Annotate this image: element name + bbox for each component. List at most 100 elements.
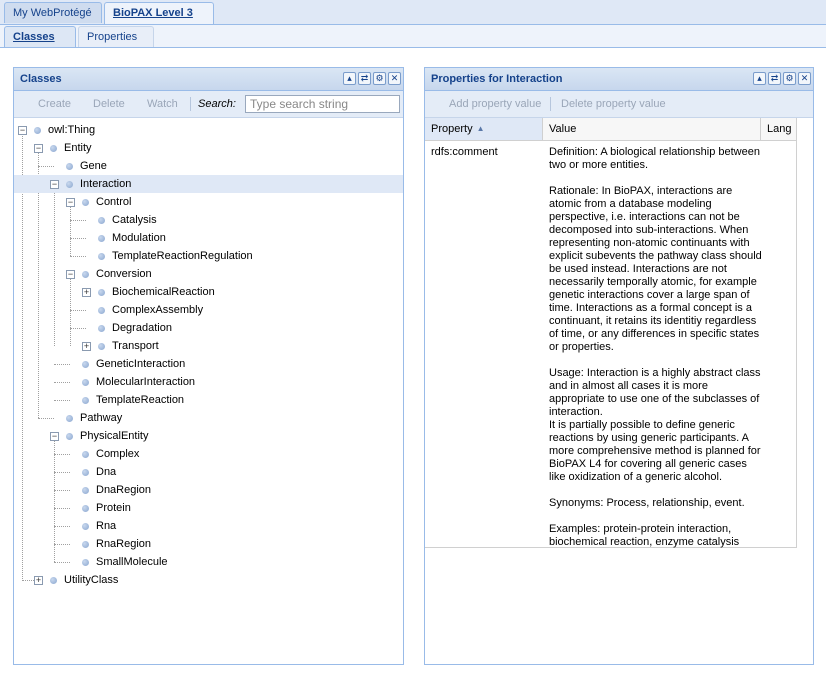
tree-node-label: TemplateReactionRegulation [112,250,253,262]
tree-node-dna-region[interactable]: DnaRegion [14,481,403,499]
refresh-icon[interactable]: ⇄ [358,72,371,85]
watch-button[interactable]: Watch [147,91,178,117]
create-button[interactable]: Create [38,91,71,117]
tree-node-transport[interactable]: + Transport [14,337,403,355]
class-node-icon [66,433,73,440]
refresh-icon[interactable]: ⇄ [768,72,781,85]
column-label: Value [549,123,577,135]
tree-node-entity[interactable]: − Entity [14,139,403,157]
tab-label: BioPAX Level 3 [113,7,193,19]
tree-node-label: SmallMolecule [96,556,168,568]
column-header-property[interactable]: Property ▲ [425,118,543,140]
tab-my-webprotege[interactable]: My WebProtégé [4,2,102,23]
tree-node-complex[interactable]: Complex [14,445,403,463]
tree-node-gene[interactable]: Gene [14,157,403,175]
tree-node-catalysis[interactable]: Catalysis [14,211,403,229]
tree-node-pathway[interactable]: Pathway [14,409,403,427]
collapse-icon[interactable]: − [50,180,59,189]
column-label: Property [431,123,473,135]
tree-node-label: RnaRegion [96,538,152,550]
search-input[interactable] [245,95,400,113]
tab-classes[interactable]: Classes× [4,26,76,64]
tree-node-dna[interactable]: Dna [14,463,403,481]
tree-node-utility-class[interactable]: + UtilityClass [14,571,403,589]
expand-icon[interactable]: + [82,288,91,297]
class-node-icon [82,487,89,494]
class-node-icon [98,235,105,242]
tree-node-label: MolecularInteraction [96,376,196,388]
class-node-icon [82,523,89,530]
tree-node-small-molecule[interactable]: SmallMolecule [14,553,403,571]
property-cell: rdfs:comment [431,146,498,158]
tree-node-genetic-interaction[interactable]: GeneticInteraction [14,355,403,373]
class-node-icon [66,163,73,170]
view-tab-bar: Classes× Properties× [0,25,826,64]
delete-button[interactable]: Delete [93,91,125,117]
tree-node-template-reaction[interactable]: TemplateReaction [14,391,403,409]
tree-node-conversion[interactable]: − Conversion [14,265,403,283]
workspace-tab-bar: My WebProtégé BioPAX Level 3× [0,0,826,40]
expand-icon[interactable]: + [34,576,43,585]
collapse-icon[interactable]: − [50,432,59,441]
tab-properties[interactable]: Properties× [78,26,154,64]
class-node-icon [82,379,89,386]
tab-label: Properties [87,31,138,43]
collapse-icon[interactable]: ▴ [343,72,356,85]
tab-biopax-level-3[interactable]: BioPAX Level 3× [104,2,214,40]
class-node-icon [82,541,89,548]
tree-node-label: Interaction [80,178,132,190]
close-icon[interactable]: ✕ [388,72,401,85]
tree-node-label: Dna [96,466,117,478]
tree-node-biochemical-reaction[interactable]: + BiochemicalReaction [14,283,403,301]
table-row[interactable]: rdfs:comment Definition: A biological re… [425,140,797,548]
classes-toolbar: Create Delete Watch Search: [14,91,403,118]
panel-title: Classes [20,73,62,85]
tree-node-label: Catalysis [112,214,157,226]
tree-node-rna[interactable]: Rna [14,517,403,535]
column-header-lang[interactable]: Lang [761,118,797,140]
tree-node-label: PhysicalEntity [80,430,149,442]
add-property-value-button[interactable]: Add property value [449,91,541,117]
gear-icon[interactable]: ⚙ [783,72,796,85]
classes-panel: Classes ▴ ⇄ ⚙ ✕ Create Delete Watch Search: [13,67,404,665]
tree-node-degradation[interactable]: Degradation [14,319,403,337]
tree-node-label: Modulation [112,232,166,244]
tree-node-protein[interactable]: Protein [14,499,403,517]
tree-node-label: Rna [96,520,117,532]
tree-node-label: Entity [64,142,92,154]
tree-node-modulation[interactable]: Modulation [14,229,403,247]
collapse-icon[interactable]: − [18,126,27,135]
expand-icon[interactable]: + [82,342,91,351]
class-node-icon [98,253,105,260]
delete-property-value-button[interactable]: Delete property value [561,91,666,117]
class-node-icon [66,181,73,188]
tree-node-label: Pathway [80,412,123,424]
tree-node-label: TemplateReaction [96,394,185,406]
gear-icon[interactable]: ⚙ [373,72,386,85]
tree-node-complex-assembly[interactable]: ComplexAssembly [14,301,403,319]
tree-node-interaction[interactable]: − Interaction [14,175,403,193]
class-node-icon [98,343,105,350]
class-node-icon [82,505,89,512]
close-icon[interactable]: ✕ [798,72,811,85]
collapse-icon[interactable]: − [66,270,75,279]
class-node-icon [82,271,89,278]
tree-node-template-reaction-regulation[interactable]: TemplateReactionRegulation [14,247,403,265]
column-label: Lang [767,123,792,135]
tree-node-owl-thing[interactable]: − owl:Thing [14,121,403,139]
sort-ascending-icon: ▲ [476,124,485,133]
tree-node-rna-region[interactable]: RnaRegion [14,535,403,553]
tree-node-label: GeneticInteraction [96,358,186,370]
search-label: Search: [198,98,236,110]
collapse-icon[interactable]: − [66,198,75,207]
class-node-icon [98,289,105,296]
tree-node-label: ComplexAssembly [112,304,204,316]
collapse-icon[interactable]: ▴ [753,72,766,85]
tree-node-molecular-interaction[interactable]: MolecularInteraction [14,373,403,391]
class-node-icon [98,307,105,314]
column-header-value[interactable]: Value [543,118,761,140]
tree-node-control[interactable]: − Control [14,193,403,211]
collapse-icon[interactable]: − [34,144,43,153]
tree-node-label: UtilityClass [64,574,119,586]
tree-node-physical-entity[interactable]: − PhysicalEntity [14,427,403,445]
